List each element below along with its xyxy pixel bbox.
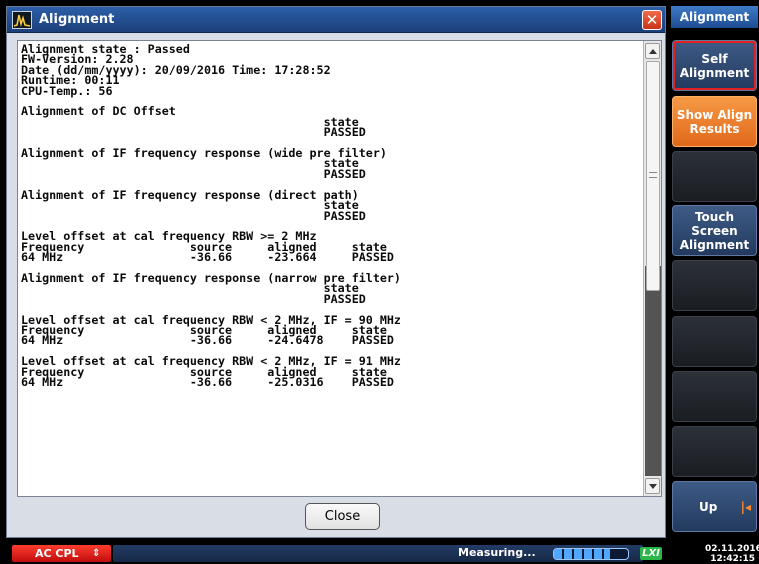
arrow-down-icon xyxy=(649,484,657,489)
close-icon[interactable]: ✕ xyxy=(642,10,662,30)
self-alignment-button[interactable]: Self Alignment xyxy=(672,40,757,91)
show-align-results-button[interactable]: Show Align Results xyxy=(672,96,757,147)
touch-screen-alignment-button[interactable]: Touch Screen Alignment xyxy=(672,205,757,256)
show-align-results-label: Show Align Results xyxy=(676,107,753,136)
alignment-log[interactable]: Alignment state : Passed FW-Version: 2.2… xyxy=(17,40,662,497)
alignment-log-text: Alignment state : Passed FW-Version: 2.2… xyxy=(21,44,401,389)
measuring-status: Measuring... xyxy=(458,546,536,559)
ac-coupling-indicator[interactable]: AC CPL ⇕ xyxy=(12,545,111,562)
scroll-down-button[interactable] xyxy=(645,478,660,494)
touch-screen-alignment-label: Touch Screen Alignment xyxy=(679,209,750,252)
up-label: Up xyxy=(699,500,718,514)
close-button[interactable]: Close xyxy=(305,503,380,530)
log-scrollbar[interactable] xyxy=(643,41,661,496)
status-bar: AC CPL ⇕ Measuring... LXI 02.11.2016 12:… xyxy=(0,543,759,564)
date-time: 02.11.2016 12:42:15 xyxy=(705,544,759,564)
softkey-empty-3[interactable] xyxy=(672,151,757,202)
grip-icon xyxy=(649,172,657,178)
up-down-arrows-icon: ⇕ xyxy=(92,548,101,559)
menu-arrow-icon: |◂ xyxy=(740,500,751,514)
dialog-title: Alignment xyxy=(39,12,115,27)
softkey-panel-title: Alignment xyxy=(671,6,758,28)
alignment-dialog: Alignment ✕ Alignment state : Passed FW-… xyxy=(6,6,666,538)
softkey-empty-7[interactable] xyxy=(672,371,757,422)
softkey-empty-6[interactable] xyxy=(672,316,757,367)
time-text: 12:42:15 xyxy=(710,554,755,564)
scrollbar-track[interactable] xyxy=(645,266,661,476)
self-alignment-label: Self Alignment xyxy=(679,51,750,80)
softkey-panel: Alignment Self Alignment Show Align Resu… xyxy=(670,0,759,538)
up-button[interactable]: Up |◂ xyxy=(672,481,757,532)
softkey-empty-8[interactable] xyxy=(672,426,757,477)
scrollbar-thumb[interactable] xyxy=(646,61,660,291)
lxi-icon: LXI xyxy=(640,547,662,560)
spectrum-app-icon xyxy=(12,11,32,29)
arrow-up-icon xyxy=(649,49,657,54)
softkey-empty-5[interactable] xyxy=(672,260,757,311)
scroll-up-button[interactable] xyxy=(645,43,660,59)
measurement-progress-bar xyxy=(553,548,629,560)
date-text: 02.11.2016 xyxy=(705,544,759,554)
ac-coupling-label: AC CPL xyxy=(35,547,79,560)
dialog-titlebar: Alignment ✕ xyxy=(7,7,665,33)
